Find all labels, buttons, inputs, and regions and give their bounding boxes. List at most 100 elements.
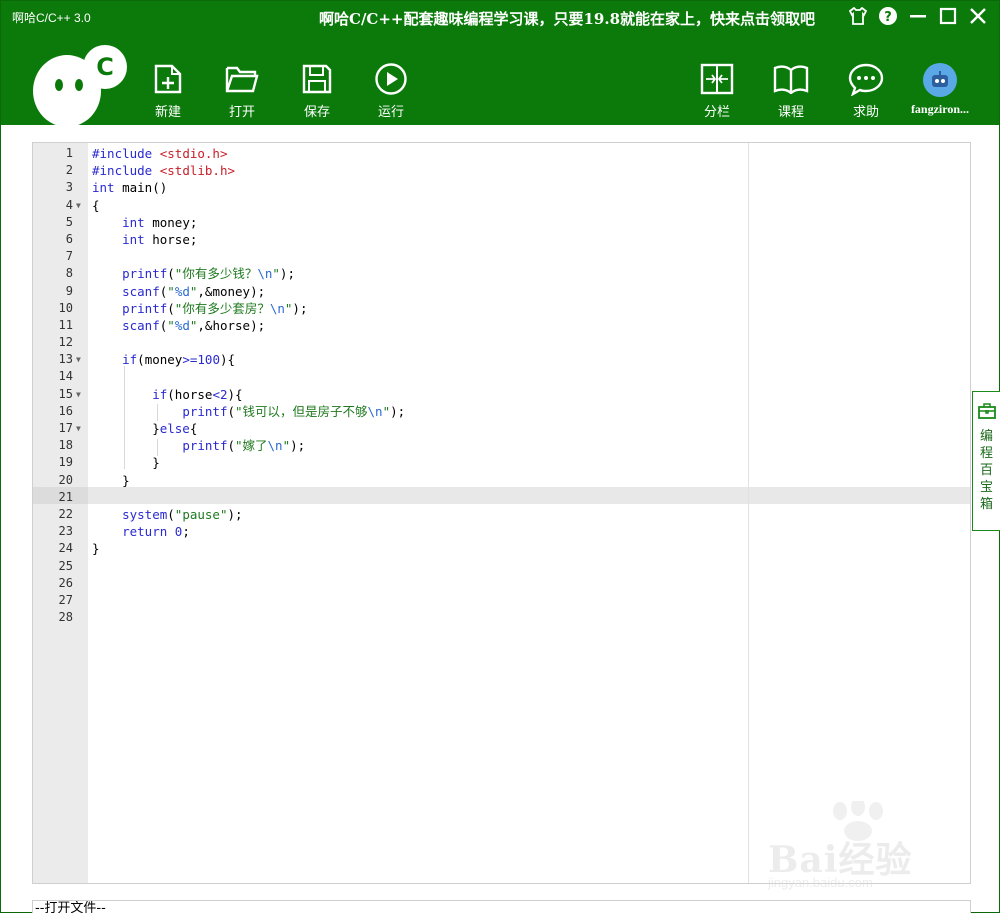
code-line[interactable]: 8 printf("你有多少钱？\n"); <box>33 265 970 282</box>
chat-bubble-icon <box>836 61 896 97</box>
code-text: }else{ <box>92 421 198 436</box>
code-line[interactable]: 27 <box>33 592 970 609</box>
split-view-button[interactable]: 分栏 <box>687 61 747 121</box>
minimize-icon[interactable] <box>907 5 929 27</box>
code-line[interactable]: 28 <box>33 609 970 626</box>
help-icon[interactable]: ? <box>877 5 899 27</box>
code-line[interactable]: 20 } <box>33 472 970 489</box>
line-number: 9 <box>65 283 73 298</box>
line-number: 19 <box>58 455 73 470</box>
code-text: scanf("%d",&money); <box>122 283 266 299</box>
run-label: 运行 <box>377 105 404 120</box>
baidu-watermark: Bai经验 jingyan.baidu.com <box>763 801 953 896</box>
fold-toggle-icon[interactable]: ▼ <box>76 197 81 214</box>
line-number: 26 <box>58 575 73 590</box>
line-number: 8 <box>65 266 73 281</box>
new-label: 新建 <box>154 105 181 120</box>
close-icon[interactable] <box>967 5 989 27</box>
save-label: 保存 <box>303 105 330 120</box>
code-line[interactable]: 11 scanf("%d",&horse); <box>33 317 970 334</box>
help-label: 求助 <box>852 105 879 120</box>
open-button[interactable]: 打开 <box>212 61 272 121</box>
line-number: 25 <box>58 558 73 573</box>
toolbox-icon <box>977 403 996 419</box>
svg-text:?: ? <box>884 10 892 25</box>
code-text: return 0; <box>122 524 190 540</box>
run-button[interactable]: 运行 <box>361 61 421 121</box>
code-text: printf("你有多少钱？\n"); <box>122 266 295 282</box>
code-line[interactable]: 7 <box>33 248 970 265</box>
line-number: 22 <box>58 506 73 521</box>
new-button[interactable]: 新建 <box>138 61 198 121</box>
book-icon <box>761 61 821 97</box>
robot-icon <box>932 71 948 87</box>
code-line[interactable]: 21 <box>33 489 970 506</box>
help-request-button[interactable]: 求助 <box>836 61 896 121</box>
split-panes-icon <box>687 61 747 97</box>
programming-toolbox-tab[interactable]: 编程百宝箱 <box>972 391 1000 531</box>
line-number: 18 <box>58 438 73 453</box>
code-text: system("pause"); <box>122 506 243 522</box>
code-text: } <box>92 455 160 471</box>
fold-toggle-icon[interactable]: ▼ <box>76 420 81 437</box>
code-line[interactable]: 24} <box>33 540 970 557</box>
split-label: 分栏 <box>703 105 730 120</box>
skin-icon[interactable] <box>847 5 869 27</box>
code-line[interactable]: 9 scanf("%d",&money); <box>33 283 970 300</box>
line-number: 15 <box>58 386 73 401</box>
line-number: 28 <box>58 610 73 625</box>
line-number: 24 <box>58 541 73 556</box>
code-line[interactable]: 25 <box>33 558 970 575</box>
code-text: } <box>92 541 100 557</box>
fold-toggle-icon[interactable]: ▼ <box>76 386 81 403</box>
code-text: printf("嫁了\n"); <box>182 438 306 454</box>
code-line[interactable]: 13 ▼ if(money>=100){ <box>33 351 970 368</box>
code-line[interactable]: 22 system("pause"); <box>33 506 970 523</box>
code-text: int main() <box>92 180 168 196</box>
code-line[interactable]: 17 ▼ }else{ <box>33 420 970 437</box>
app-window: 啊哈C/C++ 3.0 啊哈C/C++配套趣味编程学习课，只要19.8就能在家上… <box>0 0 1000 913</box>
code-text: } <box>92 472 130 488</box>
play-icon <box>361 61 421 97</box>
line-number: 16 <box>58 403 73 418</box>
code-text: #include <stdio.h> <box>92 146 228 161</box>
window-controls: ? <box>847 5 989 27</box>
code-line[interactable]: 19 } <box>33 454 970 471</box>
code-line[interactable]: 2 #include <stdlib.h> <box>33 162 970 179</box>
avatar <box>923 63 957 97</box>
line-number: 6 <box>65 231 73 246</box>
code-line[interactable]: 3 int main() <box>33 179 970 196</box>
user-profile-button[interactable]: fangziron... <box>905 61 975 117</box>
code-text: #include <stdlib.h> <box>92 163 236 179</box>
code-text: if(money>=100){ <box>122 352 236 368</box>
save-button[interactable]: 保存 <box>287 61 347 121</box>
code-line[interactable]: 6 int horse; <box>33 231 970 248</box>
maximize-icon[interactable] <box>937 5 959 27</box>
code-line[interactable]: 23 return 0; <box>33 523 970 540</box>
code-line[interactable]: 4 ▼ { <box>33 197 970 214</box>
save-icon <box>287 61 347 97</box>
course-button[interactable]: 课程 <box>761 61 821 121</box>
mascot-logo-icon: C <box>29 41 129 127</box>
code-text: printf("钱可以，但是房子不够\n"); <box>182 403 406 419</box>
line-number: 14 <box>58 369 73 384</box>
header-bar: 啊哈C/C++ 3.0 啊哈C/C++配套趣味编程学习课，只要19.8就能在家上… <box>1 1 999 127</box>
code-text: { <box>92 197 100 213</box>
code-line[interactable]: 10 printf("你有多少套房？\n"); <box>33 300 970 317</box>
promo-banner-link[interactable]: 啊哈C/C++配套趣味编程学习课，只要19.8就能在家上，快来点击领取吧 <box>319 8 815 29</box>
code-line[interactable]: 1 #include <stdio.h> <box>33 145 970 162</box>
code-line[interactable]: 5 int money; <box>33 214 970 231</box>
code-editor[interactable]: 1 #include <stdio.h> 2 #include <stdlib.h> 3… <box>32 142 971 884</box>
code-line[interactable]: 16 printf("钱可以，但是房子不够\n"); <box>33 403 970 420</box>
toolbox-label: 编程百宝箱 <box>979 429 993 512</box>
app-title: 啊哈C/C++ 3.0 <box>12 11 91 25</box>
fold-toggle-icon[interactable]: ▼ <box>76 351 81 368</box>
code-line[interactable]: 12 <box>33 334 970 351</box>
line-number: 5 <box>65 214 73 229</box>
code-line[interactable]: 26 <box>33 575 970 592</box>
open-label: 打开 <box>228 105 255 120</box>
code-line[interactable]: 15 ▼ if(horse<2){ <box>33 386 970 403</box>
code-text: scanf("%d",&horse); <box>122 317 266 333</box>
code-line[interactable]: 18 printf("嫁了\n"); <box>33 437 970 454</box>
code-line[interactable]: 14 <box>33 368 970 385</box>
